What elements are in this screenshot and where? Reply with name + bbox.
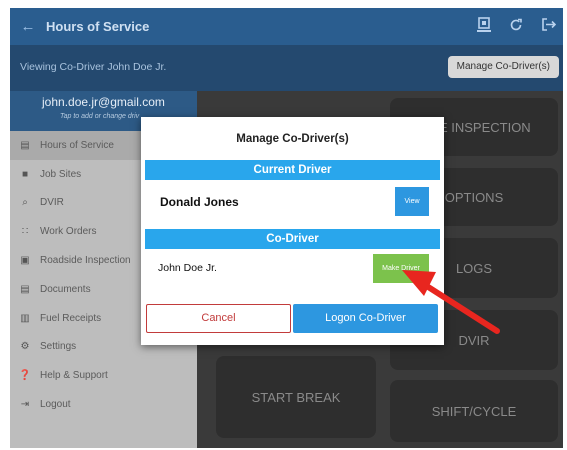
- app-bar-actions: [475, 8, 557, 45]
- tile-label: START BREAK: [251, 389, 341, 405]
- account-hint: Tap to add or change driv: [60, 113, 140, 120]
- menu-item-label: DVIR: [40, 197, 64, 209]
- person-icon: ∷: [21, 226, 29, 238]
- menu-item-logout[interactable]: ⇥ Logout: [10, 390, 197, 419]
- menu-item-label: Fuel Receipts: [40, 312, 102, 324]
- fuel-icon: ▥: [20, 312, 30, 324]
- dialog-title: Manage Co-Driver(s): [236, 133, 349, 145]
- menu-item-help-support[interactable]: ❓ Help & Support: [10, 361, 197, 390]
- menu-item-label: Help & Support: [40, 370, 108, 382]
- menu-item-label: Documents: [40, 283, 91, 295]
- menu-item-label: Hours of Service: [40, 139, 114, 151]
- briefcase-icon: ■: [21, 168, 29, 180]
- list-icon: ▤: [20, 139, 30, 151]
- menu-item-label: Work Orders: [40, 226, 97, 238]
- transfer-icon[interactable]: [475, 16, 493, 37]
- app-title: Hours of Service: [46, 19, 150, 34]
- menu-item-label: Settings: [40, 341, 77, 353]
- gear-icon: ⚙: [20, 341, 30, 353]
- tile-label: LOGS: [455, 260, 493, 276]
- viewing-status: Viewing Co-Driver John Doe Jr.: [20, 61, 167, 73]
- start-break-tile[interactable]: START BREAK: [216, 356, 376, 438]
- shift-cycle-tile[interactable]: SHIFT/CYCLE: [390, 380, 558, 442]
- manage-co-drivers-dialog: Manage Co-Driver(s) Current Driver Donal…: [141, 117, 444, 345]
- back-arrow-icon[interactable]: ←: [10, 18, 46, 35]
- app-bar: ← Hours of Service: [10, 8, 563, 45]
- logout-icon[interactable]: [539, 17, 557, 36]
- co-driver-bar: Viewing Co-Driver John Doe Jr. Manage Co…: [10, 45, 563, 91]
- view-button[interactable]: View: [395, 187, 429, 216]
- manage-co-drivers-button[interactable]: Manage Co-Driver(s): [447, 56, 559, 78]
- tile-label: SHIFT/CYCLE: [431, 403, 517, 419]
- inspection-icon: ▣: [20, 255, 30, 267]
- search-icon: ⌕: [22, 197, 28, 209]
- account-email: john.doe.jr@gmail.com: [42, 95, 165, 109]
- document-icon: ▤: [20, 283, 30, 295]
- current-driver-header: Current Driver: [145, 160, 440, 180]
- co-driver-name: John Doe Jr.: [158, 262, 217, 274]
- logon-co-driver-button[interactable]: Logon Co-Driver: [293, 304, 438, 333]
- current-driver-name: Donald Jones: [160, 195, 239, 209]
- refresh-icon[interactable]: [507, 18, 525, 36]
- co-driver-header: Co-Driver: [145, 229, 440, 249]
- menu-item-label: Logout: [40, 399, 71, 411]
- cancel-button[interactable]: Cancel: [146, 304, 291, 333]
- tile-label: OPTIONS: [444, 189, 504, 205]
- tile-label: DVIR: [458, 332, 490, 348]
- make-driver-button[interactable]: Make Driver: [373, 254, 429, 283]
- logout-icon: ⇥: [20, 399, 30, 411]
- help-icon: ❓: [18, 370, 32, 382]
- menu-item-label: Job Sites: [40, 168, 82, 180]
- menu-item-label: Roadside Inspection: [40, 255, 131, 267]
